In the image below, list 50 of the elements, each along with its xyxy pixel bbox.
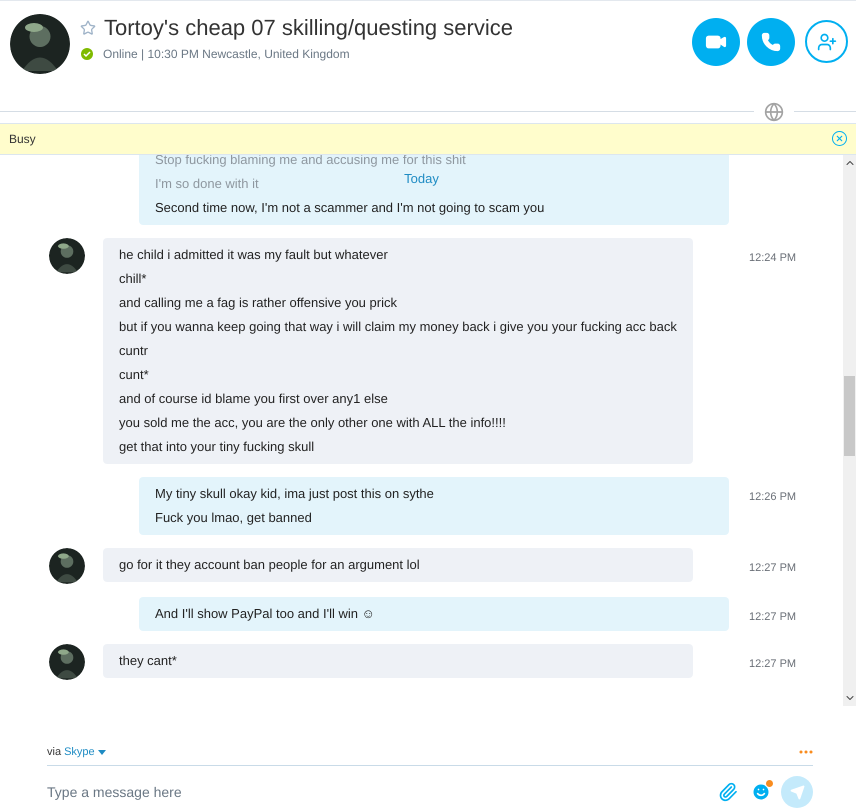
message-text: you sold me the acc, you are the only other one with ALL the info!!!! <box>119 414 506 432</box>
message-text: he child i admitted it was my fault but whatever <box>119 246 388 264</box>
message-text: My tiny skull okay kid, ima just post this on sythe <box>155 484 434 503</box>
video-call-button[interactable] <box>692 18 740 66</box>
message-text: go for it they account ban people for an argument lol <box>119 556 420 574</box>
call-button[interactable] <box>747 18 795 66</box>
favorite-star-icon[interactable] <box>80 20 96 36</box>
phone-icon <box>761 32 781 52</box>
message-time: 12:24 PM <box>749 252 796 264</box>
message-text: And I'll show PayPal too and I'll win ☺ <box>155 604 375 623</box>
close-icon <box>835 134 844 144</box>
send-button[interactable] <box>781 776 813 808</box>
send-icon <box>790 784 804 800</box>
message-text: I'm so done with it <box>155 174 259 193</box>
message-input[interactable]: Type a message here <box>47 782 718 802</box>
message-text: cunt* <box>119 366 149 384</box>
message-text: they cant* <box>119 652 177 670</box>
globe-icon[interactable] <box>764 102 784 122</box>
date-divider: Today <box>404 170 439 185</box>
message-time: 12:27 PM <box>749 610 796 623</box>
message-text: Fuck you lmao, get banned <box>155 508 312 527</box>
add-contact-button[interactable] <box>805 20 848 63</box>
message-text: chill* <box>119 270 146 288</box>
scroll-thumb[interactable] <box>844 376 855 456</box>
message-time: 12:27 PM <box>749 658 796 670</box>
conversation-title: Tortoy's cheap 07 skilling/questing service <box>104 14 513 42</box>
caret-icon <box>98 750 106 754</box>
message-time: 12:27 PM <box>749 562 796 574</box>
emoticon-icon[interactable] <box>751 782 771 802</box>
more-options-icon[interactable] <box>799 750 813 754</box>
avatar <box>49 548 85 584</box>
add-person-icon <box>816 32 836 52</box>
avatar <box>10 14 70 74</box>
message-text: cuntr <box>119 342 148 360</box>
status-text: Online | 10:30 PM Newcastle, United Kingdom <box>103 46 350 63</box>
message-text: and of course id blame you first over any1 else <box>119 390 388 408</box>
message-time: 12:26 PM <box>749 490 796 503</box>
message-text: and calling me a fag is rather offensive you prick <box>119 294 397 312</box>
attach-icon[interactable] <box>718 782 738 802</box>
message-text: Second time now, I'm not a scammer and I'm not going to scam you <box>155 198 544 217</box>
avatar <box>49 644 85 680</box>
banner-text: Busy <box>9 130 36 148</box>
close-button[interactable] <box>832 131 847 146</box>
scrollbar[interactable] <box>843 154 856 706</box>
via-label: via <box>47 744 62 760</box>
online-status-icon <box>81 48 93 60</box>
avatar <box>49 238 85 274</box>
service-dropdown[interactable]: Skype <box>64 744 106 760</box>
message-text: but if you wanna keep going that way i will claim my money back i give you your fucking acc back <box>119 318 677 336</box>
message-text: get that into your tiny fucking skull <box>119 438 314 456</box>
